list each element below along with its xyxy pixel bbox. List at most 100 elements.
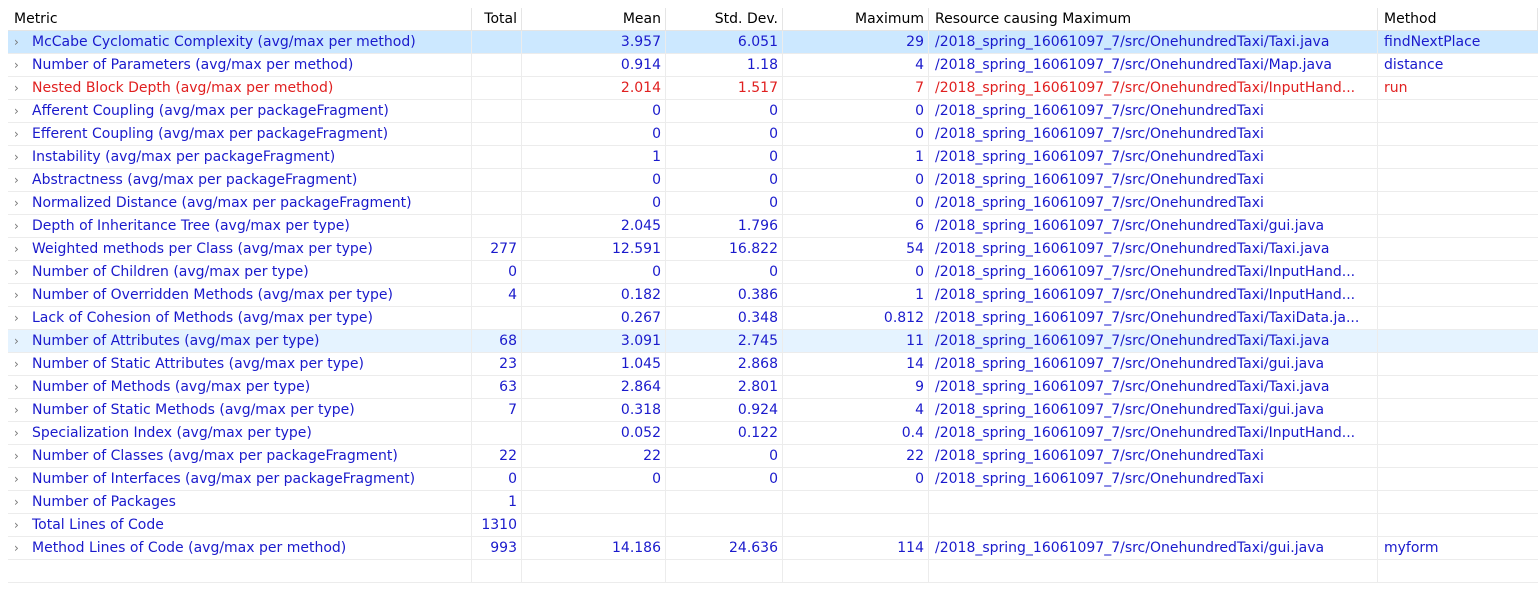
- table-row[interactable]: › Number of Classes (avg/max per packageF…: [8, 445, 1538, 468]
- std-dev-cell: 0: [666, 146, 783, 168]
- std-dev-cell: [666, 491, 783, 513]
- maximum-cell: 1: [783, 146, 929, 168]
- metric-label: Depth of Inheritance Tree (avg/max per t…: [32, 218, 350, 234]
- table-row[interactable]: › Specialization Index (avg/max per type)…: [8, 422, 1538, 445]
- chevron-right-icon[interactable]: ›: [14, 192, 32, 214]
- method-cell: [1378, 514, 1538, 536]
- chevron-right-icon[interactable]: ›: [14, 261, 32, 283]
- maximum-cell: 1: [783, 284, 929, 306]
- mean-cell: 0.267: [522, 307, 666, 329]
- column-header-std-dev[interactable]: Std. Dev.: [666, 8, 783, 30]
- column-header-maximum[interactable]: Maximum: [783, 8, 929, 30]
- resource-cell: /2018_spring_16061097_7/src/OnehundredTa…: [929, 31, 1378, 53]
- empty-cell: [1378, 560, 1538, 582]
- resource-cell: /2018_spring_16061097_7/src/OnehundredTa…: [929, 307, 1378, 329]
- maximum-cell: 22: [783, 445, 929, 467]
- total-cell: 68: [472, 330, 522, 352]
- chevron-right-icon[interactable]: ›: [14, 422, 32, 444]
- column-header-resource[interactable]: Resource causing Maximum: [929, 8, 1378, 30]
- chevron-right-icon[interactable]: ›: [14, 169, 32, 191]
- chevron-right-icon[interactable]: ›: [14, 491, 32, 513]
- chevron-right-icon[interactable]: ›: [14, 77, 32, 99]
- metric-cell: › Specialization Index (avg/max per type): [8, 422, 472, 444]
- chevron-right-icon[interactable]: ›: [14, 146, 32, 168]
- total-cell: 63: [472, 376, 522, 398]
- total-cell: 0: [472, 468, 522, 490]
- resource-cell: /2018_spring_16061097_7/src/OnehundredTa…: [929, 284, 1378, 306]
- table-row[interactable]: › Nested Block Depth (avg/max per method)…: [8, 77, 1538, 100]
- total-cell: 0: [472, 261, 522, 283]
- maximum-cell: 6: [783, 215, 929, 237]
- metric-label: Number of Methods (avg/max per type): [32, 379, 311, 395]
- resource-cell: /2018_spring_16061097_7/src/OnehundredTa…: [929, 215, 1378, 237]
- metric-label: Number of Interfaces (avg/max per packag…: [32, 471, 416, 487]
- metric-cell: › Number of Children (avg/max per type): [8, 261, 472, 283]
- resource-cell: /2018_spring_16061097_7/src/OnehundredTa…: [929, 376, 1378, 398]
- mean-cell: 1.045: [522, 353, 666, 375]
- table-row[interactable]: › Number of Interfaces (avg/max per packa…: [8, 468, 1538, 491]
- chevron-right-icon[interactable]: ›: [14, 284, 32, 306]
- std-dev-cell: 0: [666, 100, 783, 122]
- total-cell: [472, 422, 522, 444]
- table-row[interactable]: › Number of Attributes (avg/max per type)…: [8, 330, 1538, 353]
- chevron-right-icon[interactable]: ›: [14, 123, 32, 145]
- metric-label: Number of Overridden Methods (avg/max pe…: [32, 287, 393, 303]
- std-dev-cell: 2.745: [666, 330, 783, 352]
- chevron-right-icon[interactable]: ›: [14, 353, 32, 375]
- metric-cell: › Weighted methods per Class (avg/max per…: [8, 238, 472, 260]
- chevron-right-icon[interactable]: ›: [14, 31, 32, 53]
- metric-label: Weighted methods per Class (avg/max per …: [32, 241, 373, 257]
- mean-cell: 2.014: [522, 77, 666, 99]
- table-row[interactable]: › Number of Children (avg/max per type) 0…: [8, 261, 1538, 284]
- resource-cell: /2018_spring_16061097_7/src/OnehundredTa…: [929, 330, 1378, 352]
- table-row[interactable]: › McCabe Cyclomatic Complexity (avg/max p…: [8, 31, 1538, 54]
- total-cell: [472, 77, 522, 99]
- mean-cell: 3.957: [522, 31, 666, 53]
- chevron-right-icon[interactable]: ›: [14, 215, 32, 237]
- table-row[interactable]: › Instability (avg/max per packageFragmen…: [8, 146, 1538, 169]
- table-row[interactable]: › Afferent Coupling (avg/max per packageF…: [8, 100, 1538, 123]
- table-row[interactable]: › Number of Parameters (avg/max per metho…: [8, 54, 1538, 77]
- chevron-right-icon[interactable]: ›: [14, 330, 32, 352]
- table-row[interactable]: › Number of Static Attributes (avg/max pe…: [8, 353, 1538, 376]
- chevron-right-icon[interactable]: ›: [14, 468, 32, 490]
- chevron-right-icon[interactable]: ›: [14, 238, 32, 260]
- metric-label: McCabe Cyclomatic Complexity (avg/max pe…: [32, 34, 416, 50]
- column-header-mean[interactable]: Mean: [522, 8, 666, 30]
- chevron-right-icon[interactable]: ›: [14, 399, 32, 421]
- column-header-total[interactable]: Total: [472, 8, 522, 30]
- metric-cell: › Number of Static Methods (avg/max per t…: [8, 399, 472, 421]
- mean-cell: 0: [522, 123, 666, 145]
- column-header-method[interactable]: Method: [1378, 8, 1538, 30]
- table-row[interactable]: › Number of Overridden Methods (avg/max p…: [8, 284, 1538, 307]
- maximum-cell: 0: [783, 123, 929, 145]
- table-row[interactable]: › Total Lines of Code 1310: [8, 514, 1538, 537]
- chevron-right-icon[interactable]: ›: [14, 54, 32, 76]
- metric-label: Number of Attributes (avg/max per type): [32, 333, 320, 349]
- chevron-right-icon[interactable]: ›: [14, 100, 32, 122]
- column-header-metric[interactable]: Metric: [8, 8, 472, 30]
- std-dev-cell: 0: [666, 192, 783, 214]
- table-row[interactable]: › Depth of Inheritance Tree (avg/max per …: [8, 215, 1538, 238]
- resource-cell: /2018_spring_16061097_7/src/OnehundredTa…: [929, 146, 1378, 168]
- table-row[interactable]: › Number of Methods (avg/max per type) 63…: [8, 376, 1538, 399]
- std-dev-cell: 0.924: [666, 399, 783, 421]
- table-row[interactable]: › Number of Static Methods (avg/max per t…: [8, 399, 1538, 422]
- method-cell: [1378, 399, 1538, 421]
- table-row[interactable]: › Efferent Coupling (avg/max per packageF…: [8, 123, 1538, 146]
- method-cell: run: [1384, 80, 1408, 96]
- metric-cell: › Number of Overridden Methods (avg/max p…: [8, 284, 472, 306]
- mean-cell: 0.914: [522, 54, 666, 76]
- chevron-right-icon[interactable]: ›: [14, 445, 32, 467]
- table-row[interactable]: › Weighted methods per Class (avg/max per…: [8, 238, 1538, 261]
- table-row[interactable]: › Abstractness (avg/max per packageFragme…: [8, 169, 1538, 192]
- chevron-right-icon[interactable]: ›: [14, 514, 32, 536]
- table-row[interactable]: › Method Lines of Code (avg/max per metho…: [8, 537, 1538, 560]
- chevron-right-icon[interactable]: ›: [14, 376, 32, 398]
- maximum-cell: 14: [783, 353, 929, 375]
- table-row[interactable]: › Lack of Cohesion of Methods (avg/max pe…: [8, 307, 1538, 330]
- table-row[interactable]: › Normalized Distance (avg/max per packag…: [8, 192, 1538, 215]
- chevron-right-icon[interactable]: ›: [14, 307, 32, 329]
- table-row[interactable]: › Number of Packages 1: [8, 491, 1538, 514]
- chevron-right-icon[interactable]: ›: [14, 537, 32, 559]
